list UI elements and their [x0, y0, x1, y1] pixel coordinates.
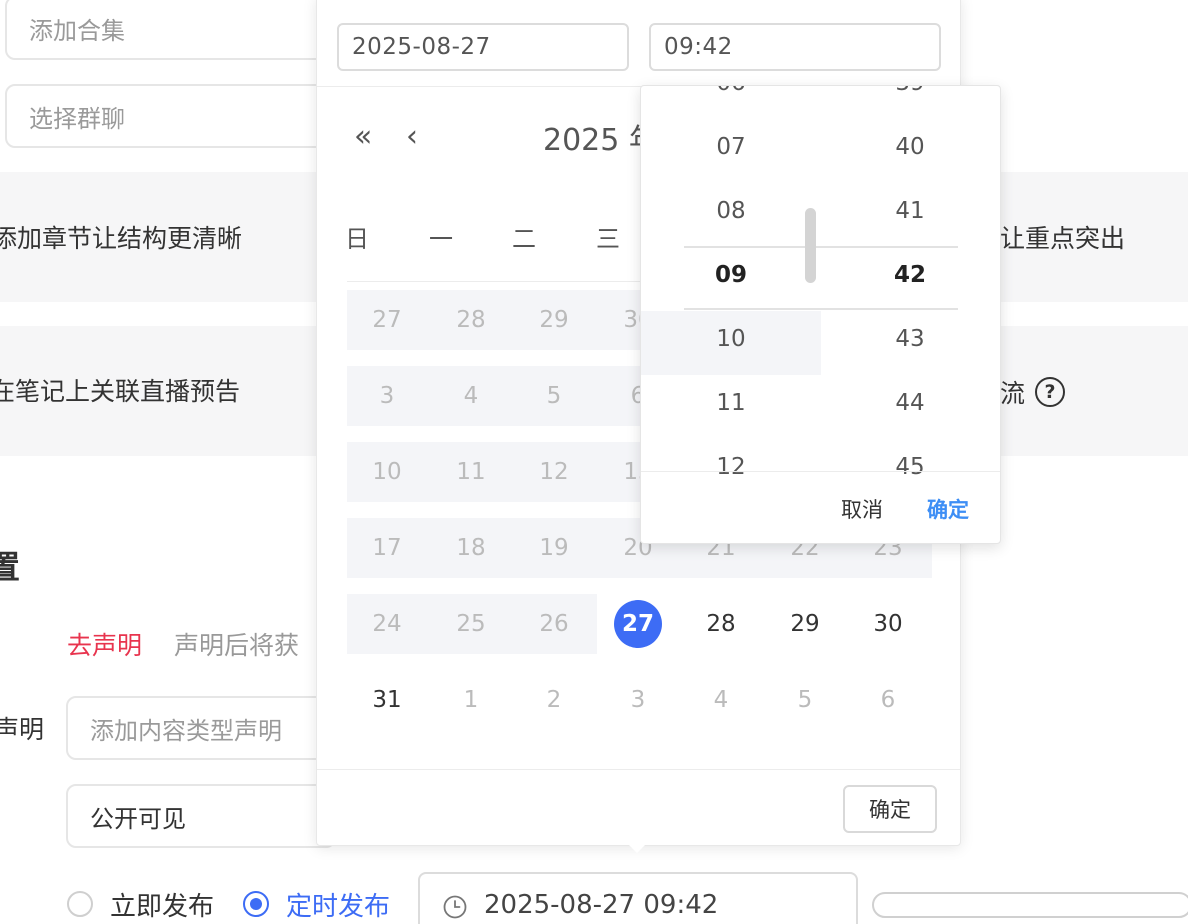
publish-now-label[interactable]: 立即发布 — [110, 886, 214, 923]
calendar-day[interactable]: 3 — [352, 376, 422, 416]
group-chat-placeholder: 选择群聊 — [29, 104, 125, 133]
time-cancel-button[interactable]: 取消 — [841, 494, 883, 524]
live-card-text: 在笔记上关联直播预告 — [0, 377, 241, 406]
visibility-value: 公开可见 — [90, 804, 186, 833]
calendar-day[interactable]: 6 — [853, 680, 923, 720]
selection-line-bottom — [684, 308, 958, 310]
calendar-day[interactable]: 4 — [436, 376, 506, 416]
minute-option[interactable]: 41 — [860, 198, 960, 224]
minute-option[interactable]: 42 — [860, 262, 960, 288]
calendar-day[interactable]: 12 — [519, 452, 589, 492]
weekday-header: 日 — [345, 225, 369, 253]
calendar-day[interactable]: 26 — [519, 604, 589, 644]
group-chat-select[interactable]: 选择群聊 — [5, 84, 335, 148]
panel-footer-divider — [317, 769, 960, 770]
calendar-day[interactable]: 24 — [352, 604, 422, 644]
minute-option[interactable]: 43 — [860, 326, 960, 352]
prev-year-icon[interactable]: « — [354, 119, 372, 154]
publish-now-radio[interactable] — [67, 891, 93, 917]
weekday-header: 一 — [429, 225, 453, 253]
calendar-day[interactable]: 5 — [519, 376, 589, 416]
publish-scheduled-radio[interactable] — [243, 891, 269, 917]
time-picker-dropdown: 06 07 08 09 10 11 12 39 40 41 42 43 44 45 取消 确定 — [640, 85, 1001, 544]
hour-option[interactable]: 09 — [681, 262, 781, 288]
content-type-label: 声明 — [0, 715, 45, 744]
minute-option[interactable]: 44 — [860, 390, 960, 416]
minute-option[interactable]: 39 — [860, 86, 960, 96]
calendar-day[interactable]: 1 — [436, 680, 506, 720]
date-confirm-button[interactable]: 确定 — [843, 785, 937, 833]
selection-line-top — [684, 246, 958, 248]
calendar-day[interactable]: 28 — [686, 604, 756, 644]
calendar-day[interactable]: 2 — [519, 680, 589, 720]
scheduled-datetime-input[interactable]: 2025-08-27 09:42 — [418, 872, 858, 924]
hour-scrollbar[interactable] — [805, 208, 816, 283]
calendar-day[interactable]: 29 — [770, 604, 840, 644]
calendar-day[interactable]: 31 — [352, 680, 422, 720]
hour-option[interactable]: 11 — [681, 390, 781, 416]
time-input[interactable]: 09:42 — [649, 23, 941, 71]
content-type-placeholder: 添加内容类型声明 — [90, 716, 282, 745]
highlight-card-text: 让重点突出 — [1000, 224, 1126, 253]
hour-option[interactable]: 07 — [681, 134, 781, 160]
visibility-select[interactable]: 公开可见 — [66, 784, 336, 848]
chapter-card-text: 添加章节让结构更清晰 — [0, 224, 243, 253]
collection-placeholder: 添加合集 — [29, 16, 125, 45]
calendar-day[interactable]: 4 — [686, 680, 756, 720]
calendar-day[interactable]: 29 — [519, 300, 589, 340]
calendar-day[interactable]: 19 — [519, 528, 589, 568]
date-input[interactable]: 2025-08-27 — [337, 23, 629, 71]
flow-card-text: 流 — [1000, 379, 1026, 408]
partial-control — [872, 892, 1188, 918]
weekday-header: 二 — [512, 225, 536, 253]
panel-pointer — [627, 843, 647, 853]
content-type-select[interactable]: 添加内容类型声明 — [66, 696, 336, 760]
minute-option[interactable]: 45 — [860, 454, 960, 480]
hour-option[interactable]: 10 — [681, 326, 781, 352]
calendar-day[interactable]: 10 — [352, 452, 422, 492]
calendar-day[interactable]: 5 — [770, 680, 840, 720]
minute-option[interactable]: 40 — [860, 134, 960, 160]
hour-option[interactable]: 12 — [681, 454, 781, 480]
collection-select[interactable]: 添加合集 — [5, 0, 335, 60]
hour-option[interactable]: 08 — [681, 198, 781, 224]
declare-hint: 声明后将获 — [174, 631, 300, 660]
calendar-day[interactable]: 30 — [853, 604, 923, 644]
declare-link[interactable]: 去声明 — [67, 626, 142, 662]
calendar-day[interactable]: 28 — [436, 300, 506, 340]
time-confirm-button[interactable]: 确定 — [927, 494, 969, 524]
calendar-day-selected[interactable]: 27 — [614, 600, 662, 648]
help-icon[interactable]: ? — [1035, 377, 1065, 407]
time-picker-footer-divider — [641, 471, 1000, 472]
calendar-day[interactable]: 11 — [436, 452, 506, 492]
calendar-day[interactable]: 18 — [436, 528, 506, 568]
hour-option[interactable]: 06 — [681, 86, 781, 96]
publish-scheduled-label[interactable]: 定时发布 — [286, 886, 390, 923]
calendar-day[interactable]: 17 — [352, 528, 422, 568]
section-heading: 置 — [0, 548, 21, 586]
scheduled-datetime-value: 2025-08-27 09:42 — [484, 890, 719, 920]
calendar-day[interactable]: 25 — [436, 604, 506, 644]
weekday-header: 三 — [596, 225, 620, 253]
calendar-day[interactable]: 3 — [603, 680, 673, 720]
calendar-day[interactable]: 27 — [352, 300, 422, 340]
clock-icon — [443, 895, 467, 919]
prev-month-icon[interactable]: ‹ — [406, 119, 418, 154]
